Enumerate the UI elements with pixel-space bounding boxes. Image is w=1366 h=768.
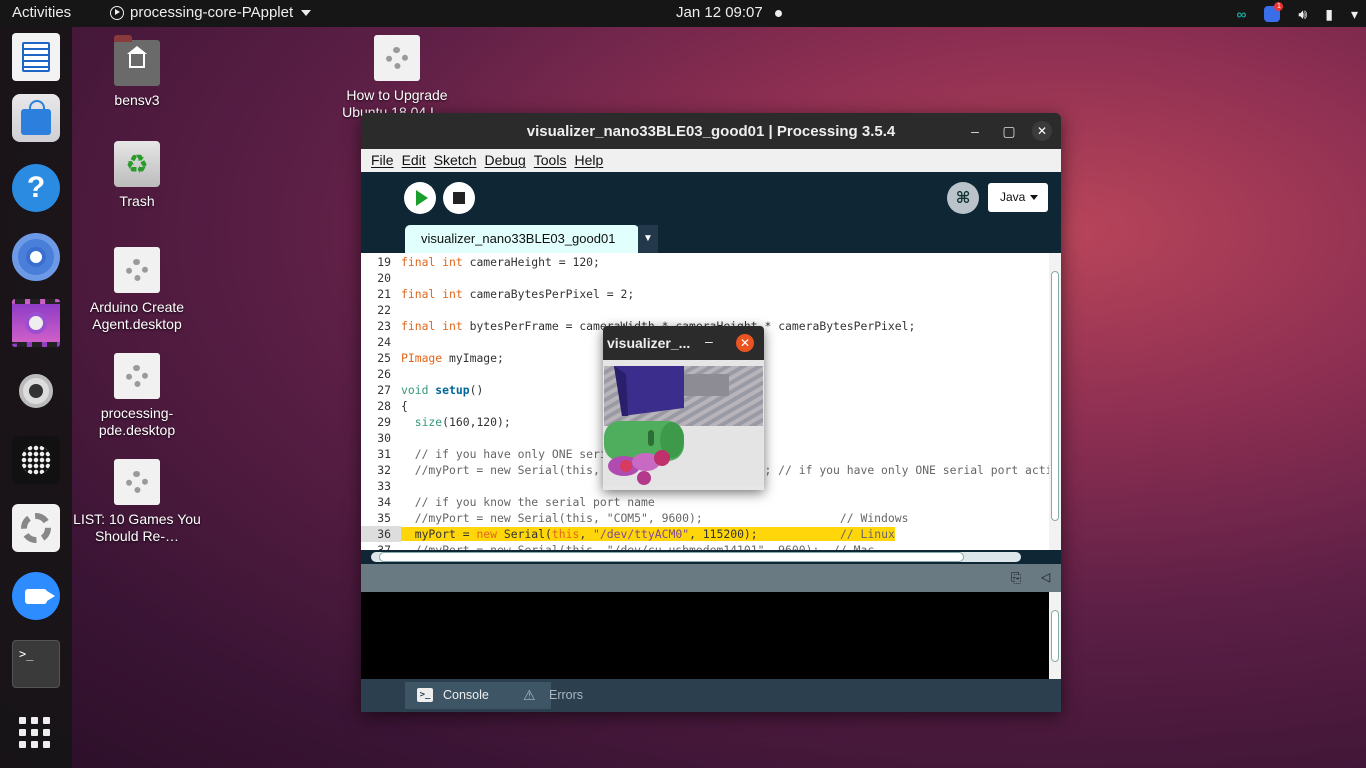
desktop-icon-label: processing-pde.desktop	[98, 405, 176, 438]
app-menu-label: processing-core-PApplet	[130, 4, 294, 21]
trash-icon: ♻	[114, 141, 160, 187]
close-icon[interactable]: ✕	[1032, 121, 1052, 141]
iota-icon[interactable]	[12, 436, 60, 484]
code-line: 35 //myPort = new Serial(this, "COM5", 9…	[377, 511, 909, 525]
editor-vertical-scrollbar[interactable]	[1049, 253, 1061, 550]
app-grid-icon[interactable]	[19, 717, 50, 748]
status-bar: ⎘ ◁	[361, 564, 1061, 592]
code-line: 21 final int cameraBytesPerPixel = 2;	[377, 287, 635, 301]
sketch-titlebar[interactable]: visualizer_... – ✕	[603, 326, 764, 360]
sketch-tab[interactable]: visualizer_nano33BLE03_good01	[405, 225, 639, 253]
app-menu-icon	[110, 5, 124, 20]
maximize-icon[interactable]: ▢	[999, 121, 1019, 141]
copy-icon[interactable]: ⎘	[1011, 570, 1021, 586]
window-titlebar[interactable]: visualizer_nano33BLE03_good01 | Processi…	[361, 113, 1061, 149]
menu-sketch[interactable]: Sketch	[434, 149, 477, 172]
desktop-icon-label: Arduino Create Agent.desktop	[89, 299, 185, 332]
editor-horizontal-scrollbar[interactable]	[361, 550, 1061, 564]
window-title: visualizer_nano33BLE03_good01 | Processi…	[526, 123, 896, 140]
desktop-icon-processing-pde[interactable]: processing-pde.desktop	[72, 353, 202, 439]
desktop-icon-label: LIST: 10 Games You Should Re-…	[73, 511, 201, 544]
run-button[interactable]	[404, 182, 436, 214]
tab-menu-button[interactable]: ▼	[638, 225, 658, 253]
zoom-icon[interactable]	[12, 572, 60, 620]
notification-dot	[775, 10, 782, 17]
minimize-icon[interactable]: –	[965, 121, 985, 141]
chevron-down-icon	[301, 9, 312, 16]
terminal-icon: >_	[417, 688, 433, 702]
console-tab-bar: >_ Console ⚠ Errors	[361, 679, 1061, 712]
help-icon[interactable]: ?	[12, 164, 60, 212]
tab-console-label: Console	[443, 688, 489, 702]
desktop-icon-upgrade-ubuntu[interactable]: How to Upgrade Ubuntu 18.04 L…	[332, 35, 462, 121]
mode-selector[interactable]: Java	[988, 183, 1048, 212]
warning-icon: ⚠	[523, 687, 536, 703]
dock: ? >_	[0, 27, 72, 768]
code-line: 37 //myPort = new Serial(this, "/dev/cu.…	[377, 543, 875, 550]
webcam-icon[interactable]	[12, 367, 60, 415]
close-icon[interactable]: ✕	[736, 334, 754, 352]
clock[interactable]: Jan 12 09:07	[676, 4, 763, 21]
toolbar: ⌘ Java	[361, 172, 1061, 224]
desktop-file-gear-icon	[114, 459, 160, 505]
system-tray: ∞ 1 🔊︎ ▮ ▾	[1236, 1, 1358, 24]
desktop-file-gear-icon	[114, 247, 160, 293]
bug-icon: ⌘	[955, 190, 971, 207]
camera-image	[604, 366, 763, 486]
sketch-output-window: visualizer_... – ✕	[603, 326, 764, 490]
app-menu[interactable]: processing-core-PApplet	[110, 4, 312, 21]
code-line: 22	[377, 303, 391, 317]
desktop-file-gear-icon	[114, 353, 160, 399]
settings-gear-icon[interactable]	[12, 504, 60, 552]
menu-tools[interactable]: Tools	[534, 149, 567, 172]
menu-edit[interactable]: Edit	[402, 149, 426, 172]
play-icon	[416, 190, 428, 206]
code-line-highlighted: 36 myPort = new Serial(this, "/dev/ttyAC…	[361, 526, 1049, 542]
console-scrollbar[interactable]	[1049, 592, 1061, 679]
tab-errors[interactable]: ⚠ Errors	[511, 682, 583, 709]
sketch-title: visualizer_...	[607, 335, 691, 351]
power-menu-icon[interactable]: ▾	[1351, 4, 1358, 24]
volume-icon[interactable]: 🔊︎	[1298, 4, 1307, 24]
menu-help[interactable]: Help	[574, 149, 603, 172]
desktop-icon-home[interactable]: bensv3	[72, 35, 202, 109]
stop-icon	[453, 192, 465, 204]
notification-count: 1	[1274, 1, 1284, 11]
tab-errors-label: Errors	[549, 688, 584, 702]
home-folder-icon	[114, 35, 160, 86]
desktop-icon-label: Trash	[119, 193, 155, 209]
code-line: 34 // if you know the serial port name	[377, 495, 655, 509]
chromium-icon[interactable]	[12, 233, 60, 281]
desktop-icon-list-games[interactable]: LIST: 10 Games You Should Re-…	[72, 459, 202, 545]
minimize-icon[interactable]: –	[705, 333, 713, 349]
code-line: 19 final int cameraHeight = 120;	[377, 255, 600, 269]
menu-file[interactable]: File	[371, 149, 394, 172]
code-line: 20	[377, 271, 391, 285]
menu-bar: File Edit Sketch Debug Tools Help	[361, 149, 1061, 172]
desktop-icon-trash[interactable]: ♻ Trash	[72, 141, 202, 210]
collapse-console-icon[interactable]: ◁	[1041, 570, 1050, 584]
desktop-file-gear-icon	[374, 35, 420, 81]
console-output[interactable]	[361, 592, 1049, 679]
text-editor-icon[interactable]	[12, 33, 60, 81]
tab-row: visualizer_nano33BLE03_good01 ▼	[361, 224, 1061, 253]
battery-icon[interactable]: ▮	[1325, 4, 1333, 24]
desktop-icon-label: bensv3	[114, 92, 160, 108]
notification-badge-icon[interactable]: 1	[1264, 1, 1284, 22]
terminal-icon[interactable]: >_	[12, 640, 60, 688]
video-app-icon[interactable]	[12, 299, 60, 347]
stop-button[interactable]	[443, 182, 475, 214]
arduino-icon[interactable]: ∞	[1236, 4, 1246, 24]
desktop-icon-arduino-agent[interactable]: Arduino Create Agent.desktop	[72, 247, 202, 333]
top-bar: Activities processing-core-PApplet Jan 1…	[0, 0, 1366, 27]
software-store-icon[interactable]	[12, 94, 60, 142]
activities-button[interactable]: Activities	[12, 4, 71, 21]
menu-debug[interactable]: Debug	[485, 149, 526, 172]
debugger-button[interactable]: ⌘	[947, 182, 979, 214]
